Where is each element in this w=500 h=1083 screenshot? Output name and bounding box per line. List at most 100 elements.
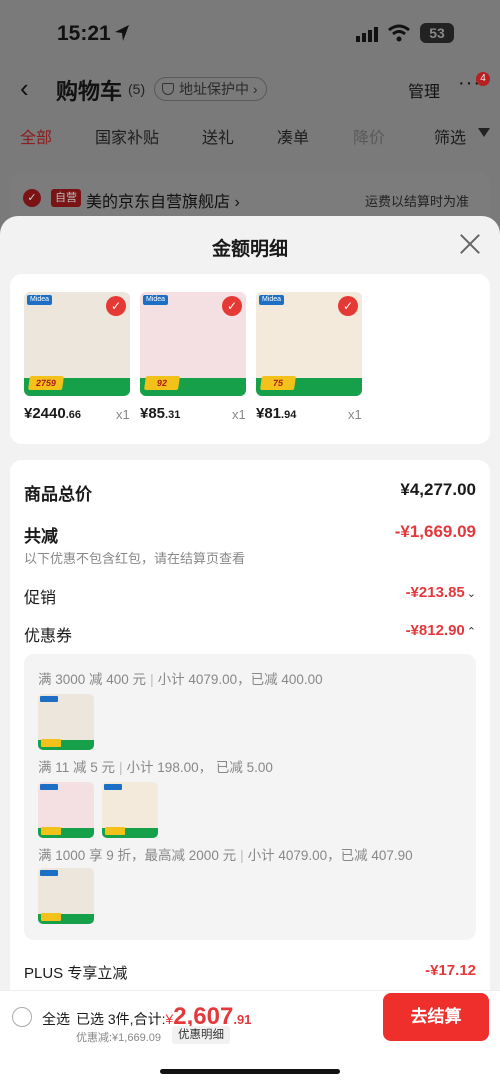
- cart-count: (5): [128, 81, 146, 97]
- total-discount-row: 共减 -¥1,669.09: [24, 522, 476, 546]
- price-burst: 92: [144, 376, 180, 390]
- coupon-rule: 满 11 减 5 元: [38, 760, 116, 775]
- price-dec: .31: [165, 409, 181, 421]
- promo-label: 促销: [24, 590, 57, 607]
- product-qty: x1: [348, 407, 362, 422]
- tab-bundle[interactable]: 凑单: [277, 124, 309, 148]
- tab-national-subsidy[interactable]: 国家补贴: [95, 124, 159, 148]
- store-check-icon[interactable]: ✓: [23, 189, 41, 207]
- checkout-button[interactable]: 去结算: [383, 993, 489, 1041]
- brand-logo: Midea: [27, 295, 53, 305]
- coupon-line: 满 11 减 5 元 | 小计 198.00， 已减 5.00: [38, 760, 273, 775]
- tab-price-drop[interactable]: 降价: [353, 124, 385, 148]
- goods-total-value: ¥4,277.00: [400, 480, 476, 499]
- discount-note: 以下优惠不包含红包，请在结算页查看: [24, 551, 246, 566]
- coupon-line: 满 1000 享 9 折，最高减 2000 元 | 小计 4079.00，已减 40…: [38, 848, 413, 863]
- coupon-amount: -¥812.90: [405, 622, 465, 639]
- coupon-label: 优惠券: [24, 628, 73, 645]
- coupon-detail: 小计 4079.00，已减 407.90: [247, 848, 413, 863]
- discount-line: 优惠减:¥1,669.09: [76, 1032, 161, 1044]
- product-image: Midea 92 ✓: [140, 292, 246, 396]
- amount-detail-sheet: 金额明细 Midea 2759 ✓ ¥2440.66 x1 Midea 92 ✓…: [0, 216, 500, 1083]
- coupon-value: -¥812.90 ⌃: [406, 622, 476, 639]
- chevron-right-icon: ›: [252, 81, 258, 97]
- filter-icon[interactable]: [478, 128, 490, 137]
- coupon-rule: 满 1000 享 9 折，最高减 2000 元: [38, 848, 237, 863]
- product-qty: x1: [232, 407, 246, 422]
- tab-all[interactable]: 全部: [20, 124, 52, 148]
- product-price: ¥81.94: [256, 405, 296, 422]
- check-icon: ✓: [338, 296, 358, 316]
- notification-badge: 4: [476, 72, 490, 86]
- promo-value: -¥213.85 ⌄: [406, 584, 476, 601]
- product-thumbnail: [38, 694, 94, 750]
- promo-amount: -¥213.85: [405, 584, 465, 601]
- product-image: Midea 75 ✓: [256, 292, 362, 396]
- back-button[interactable]: ‹: [20, 75, 40, 102]
- status-time: 15:21: [57, 22, 111, 45]
- store-name-link[interactable]: 美的京东自营旗舰店 ›: [86, 188, 240, 212]
- background-page: 15:21 53 ‹ 购物车 (5) 地址保护中 › 管理 ··· 4 全部 国…: [0, 0, 500, 240]
- check-icon: ✓: [222, 296, 242, 316]
- cellular-signal-icon: [356, 27, 378, 42]
- check-icon: ✓: [106, 296, 126, 316]
- product-qty: x1: [116, 407, 130, 422]
- price-int: ¥2440: [24, 405, 66, 422]
- tab-gift[interactable]: 送礼: [202, 124, 234, 148]
- promo-row[interactable]: 促销 -¥213.85 ⌄: [24, 584, 476, 608]
- close-icon[interactable]: [458, 232, 482, 256]
- shield-icon: [162, 83, 174, 95]
- coupon-detail: 小计 4079.00，已减 400.00: [157, 672, 323, 687]
- total-decimal: .91: [233, 1012, 252, 1027]
- product-thumbnail: [38, 782, 94, 838]
- filter-tabs: 全部 国家补贴 送礼 凑单 降价 筛选: [0, 124, 500, 152]
- coupon-detail: 小计 198.00， 已减 5.00: [126, 760, 273, 775]
- page-title: 购物车: [56, 79, 123, 104]
- plus-discount-label: PLUS 专享立减: [24, 965, 128, 982]
- product-image: Midea 2759 ✓: [24, 292, 130, 396]
- checkout-bar: 全选 已选 3件,合计:¥2,607.91 优惠减:¥1,669.09 优惠明细…: [0, 990, 500, 1083]
- discount-detail-chip[interactable]: 优惠明细: [172, 1026, 230, 1044]
- tab-filter[interactable]: 筛选: [434, 124, 466, 148]
- total-discount-label: 共减: [24, 527, 58, 546]
- goods-total-row: 商品总价 ¥4,277.00: [24, 480, 476, 504]
- coupon-row[interactable]: 优惠券 -¥812.90 ⌃: [24, 622, 476, 646]
- product-card: Midea 2759 ✓ ¥2440.66 x1 Midea 92 ✓ ¥85.…: [10, 274, 490, 444]
- wifi-icon: [388, 24, 410, 42]
- select-all-radio[interactable]: [12, 1007, 32, 1027]
- battery-icon: 53: [420, 23, 454, 43]
- price-dec: .94: [281, 409, 297, 421]
- brand-logo: Midea: [143, 295, 169, 305]
- sheet-title: 金额明细: [211, 239, 288, 260]
- shipping-note: 运费以结算时为准: [365, 194, 470, 209]
- product-thumbnail: [38, 868, 94, 924]
- plus-discount-value: -¥17.12: [425, 962, 476, 979]
- address-protection-label: 地址保护中: [179, 81, 249, 97]
- coupon-rule: 满 3000 减 400 元: [38, 672, 147, 687]
- price-dec: .66: [65, 409, 82, 421]
- price-burst: 75: [260, 376, 296, 390]
- chevron-right-icon: ›: [234, 194, 240, 211]
- location-arrow-icon: [115, 25, 129, 41]
- selected-text: 已选 3件,合计:: [76, 1011, 166, 1027]
- price-int: ¥81: [256, 405, 282, 422]
- product-thumbnail: [102, 782, 158, 838]
- chevron-up-icon: ⌃: [466, 626, 476, 638]
- product-price: ¥2440.66: [24, 405, 81, 422]
- price-burst: 2759: [28, 376, 64, 390]
- home-indicator: [160, 1069, 340, 1074]
- coupon-line: 满 3000 减 400 元 | 小计 4079.00，已减 400.00: [38, 672, 323, 687]
- goods-total-label: 商品总价: [24, 485, 92, 504]
- coupon-detail-box: 满 3000 减 400 元 | 小计 4079.00，已减 400.00 满 11…: [24, 654, 476, 940]
- nav-bar: ‹ 购物车 (5) 地址保护中 › 管理 ···: [0, 66, 500, 112]
- address-protection-button[interactable]: 地址保护中 ›: [154, 77, 267, 101]
- chevron-down-icon: ⌄: [466, 588, 476, 600]
- total-discount-value: -¥1,669.09: [394, 522, 476, 541]
- product-price: ¥85.31: [140, 405, 180, 422]
- store-name: 美的京东自营旗舰店: [86, 194, 231, 211]
- status-bar: 15:21 53: [0, 0, 500, 62]
- select-all-label[interactable]: 全选: [42, 1009, 70, 1029]
- brand-logo: Midea: [259, 295, 285, 305]
- manage-button[interactable]: 管理: [408, 78, 440, 102]
- self-operated-tag: 自营: [51, 189, 81, 207]
